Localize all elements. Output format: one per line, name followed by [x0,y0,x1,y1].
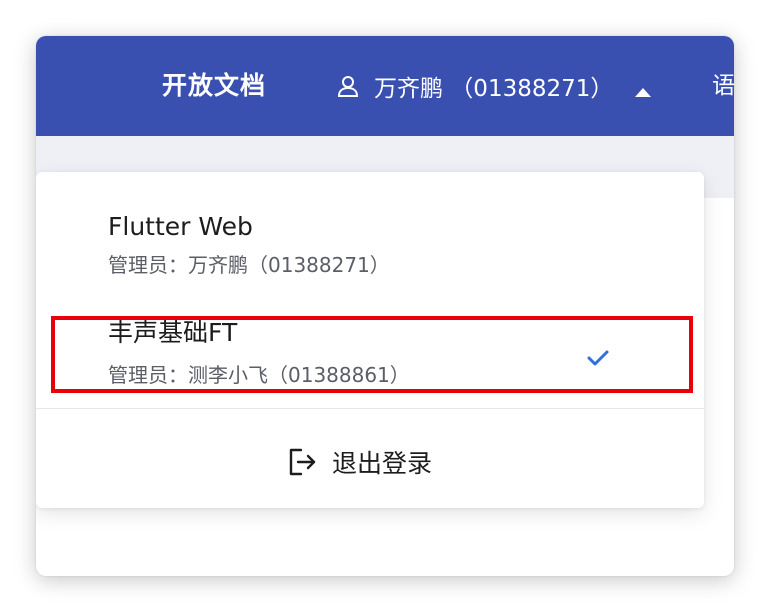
account-menu-trigger[interactable]: 万齐鹏 （01388271） [336,69,653,103]
user-icon [336,74,360,98]
top-nav-bar: 开放文档 万齐鹏 （01388271） 语 [36,36,734,136]
selection-highlight-box [51,316,693,393]
org-name: Flutter Web [108,212,253,241]
app-window: 开放文档 万齐鹏 （01388271） 语 Flutter Web 管理员：万齐… [36,36,734,576]
logout-button[interactable]: 退出登录 [288,444,432,480]
language-switcher[interactable]: 语 [712,69,734,103]
caret-up-icon [633,79,653,97]
org-admin: 管理员：万齐鹏（01388271） [108,253,390,277]
nav-link-open-docs[interactable]: 开放文档 [162,69,266,103]
logout-label: 退出登录 [332,449,433,478]
org-item-flutter-web[interactable]: Flutter Web 管理员：万齐鹏（01388271） [36,172,704,282]
account-name: 万齐鹏 （01388271） [374,76,614,102]
logout-icon [288,447,316,477]
dropdown-divider [36,408,704,409]
